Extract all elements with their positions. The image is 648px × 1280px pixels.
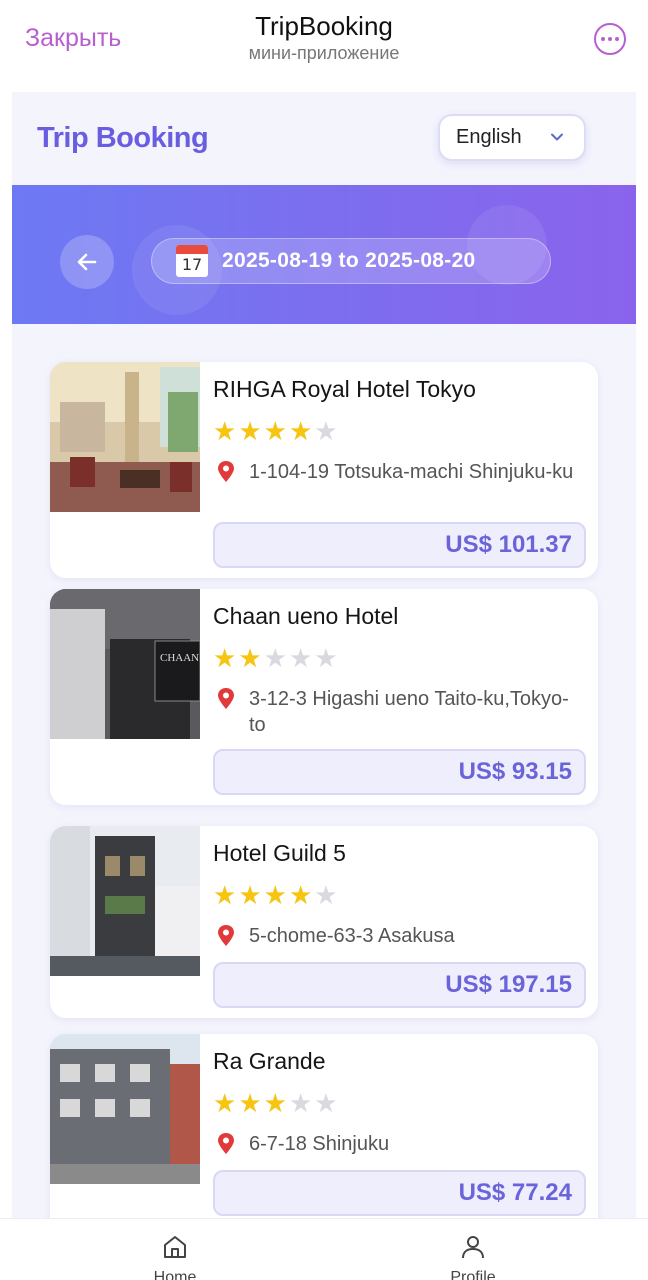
star-icon: ★ — [288, 881, 313, 911]
hotel-card[interactable]: Hotel Guild 5 ★ ★ ★ ★ ★ 5-chome-63-3 Asakusa… — [50, 826, 598, 1018]
miniapp-subtitle: мини-приложение — [248, 43, 400, 63]
more-dots-icon[interactable] — [594, 23, 626, 55]
hotel-name: Chaan ueno Hotel — [213, 603, 399, 629]
star-icon: ★ — [213, 881, 237, 911]
star-icon: ★ — [314, 644, 338, 674]
date-banner: 17 2025-08-19 to 2025-08-20 — [12, 185, 636, 324]
hotel-address: 6-7-18 Shinjuku — [213, 1131, 579, 1157]
star-rating: ★ ★ ★ ★ ★ — [213, 646, 338, 672]
chevron-down-icon — [551, 133, 563, 141]
star-icon: ★ — [263, 1089, 287, 1119]
location-pin-icon — [213, 1131, 249, 1157]
brand-title: Trip Booking — [37, 122, 209, 154]
nav-profile-label: Profile — [450, 1269, 496, 1280]
miniapp-title: TripBooking — [255, 11, 393, 41]
hotel-card[interactable]: Ra Grande ★ ★ ★ ★ ★ 6-7-18 Shinjuku US$ 77.2… — [50, 1034, 598, 1218]
hotel-photo — [50, 362, 200, 512]
star-icon: ★ — [238, 644, 262, 674]
star-rating: ★ ★ ★ ★ ★ — [213, 883, 338, 909]
date-range-text: 2025-08-19 to 2025-08-20 — [222, 249, 476, 272]
miniapp-header: Закрыть TripBooking мини-приложение — [0, 0, 648, 92]
calendar-icon: 17 — [176, 245, 208, 277]
language-select[interactable]: English — [438, 114, 586, 161]
star-icon: ★ — [263, 644, 287, 674]
star-icon: ★ — [288, 417, 313, 447]
star-icon: ★ — [314, 1089, 338, 1119]
location-pin-icon — [213, 686, 249, 712]
hotel-card[interactable]: RIHGA Royal Hotel Tokyo ★ ★ ★ ★ ★ 1-104-19 T… — [50, 362, 598, 578]
star-icon: ★ — [238, 417, 262, 447]
hotel-name: Hotel Guild 5 — [213, 840, 346, 866]
hotel-address: 5-chome-63-3 Asakusa — [213, 923, 579, 949]
home-icon — [164, 1236, 186, 1258]
back-button[interactable] — [60, 235, 114, 289]
hotel-price[interactable]: US$ 93.15 — [213, 749, 586, 795]
star-icon: ★ — [213, 644, 237, 674]
hotel-photo: CHAAN HOTEL UENO — [50, 589, 200, 739]
star-icon: ★ — [314, 417, 338, 447]
star-rating: ★ ★ ★ ★ ★ — [213, 419, 338, 445]
nav-profile[interactable]: Profile — [413, 1233, 533, 1280]
hotel-card[interactable]: CHAAN HOTEL UENO Chaan ueno Hotel ★★★★★ … — [50, 589, 598, 805]
star-icon: ★ — [288, 1089, 313, 1119]
nav-home-label: Home — [153, 1269, 197, 1280]
location-pin-icon — [213, 459, 249, 485]
hotel-price[interactable]: US$ 77.24 — [213, 1170, 586, 1216]
bottom-nav: Home Profile — [0, 1218, 648, 1280]
star-icon: ★ — [238, 1089, 262, 1119]
hotel-photo — [50, 1034, 200, 1184]
star-icon: ★ — [238, 881, 262, 911]
star-rating: ★ ★ ★ ★ ★ — [213, 1091, 338, 1117]
nav-home[interactable]: Home — [115, 1233, 235, 1280]
user-icon — [462, 1236, 484, 1259]
star-icon: ★ — [263, 417, 287, 447]
arrow-left-icon — [77, 253, 97, 271]
star-icon: ★ — [213, 417, 237, 447]
hotel-photo — [50, 826, 200, 976]
hotel-name: RIHGA Royal Hotel Tokyo — [213, 376, 476, 402]
star-icon: ★ — [288, 644, 313, 674]
language-value: English — [456, 126, 522, 148]
star-icon: ★ — [263, 881, 287, 911]
date-range-pill[interactable]: 17 2025-08-19 to 2025-08-20 — [151, 238, 551, 284]
hotel-price[interactable]: US$ 197.15 — [213, 962, 586, 1008]
hotel-price[interactable]: US$ 101.37 — [213, 522, 586, 568]
hotel-sign: CHAAN HOTEL UENO — [160, 652, 200, 664]
hotel-address: 3-12-3 Higashi ueno Taito-ku,Tokyo-to — [213, 686, 579, 738]
star-icon: ★ — [213, 1089, 237, 1119]
location-pin-icon — [213, 923, 249, 949]
star-icon: ★ — [314, 881, 338, 911]
app-content: Trip Booking English 17 2025-08-19 to 20… — [12, 92, 636, 1218]
hotel-address: 1-104-19 Totsuka-machi Shinjuku-ku — [213, 459, 579, 485]
hotel-name: Ra Grande — [213, 1048, 326, 1074]
